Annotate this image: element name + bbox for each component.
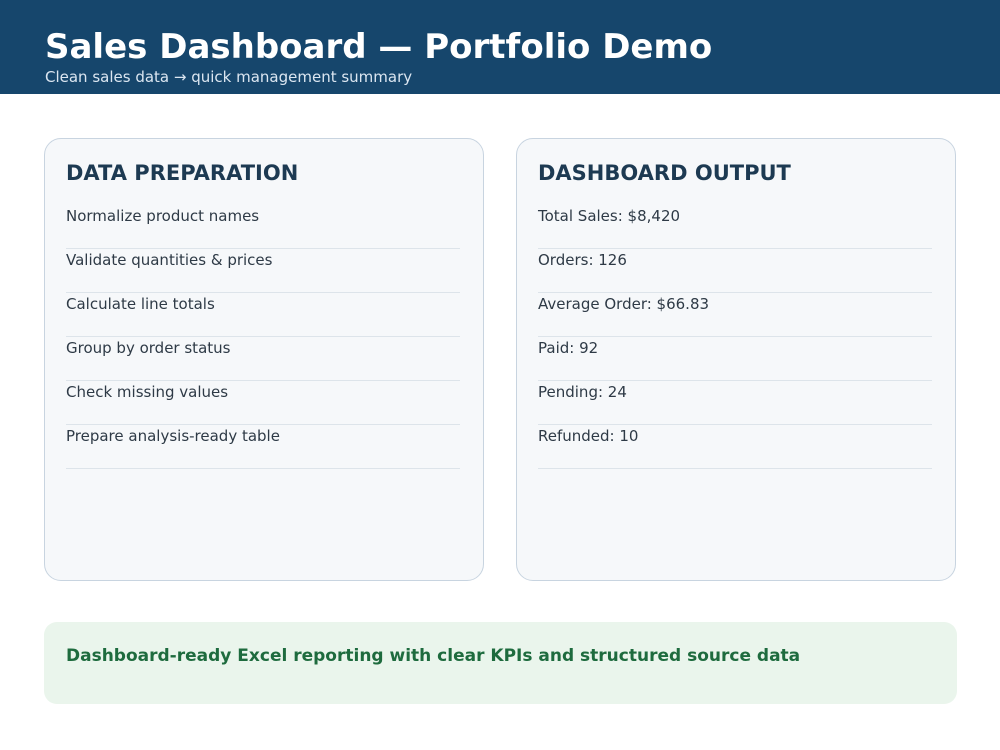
page-subtitle: Clean sales data → quick management summ… [45, 68, 413, 86]
kpi-total-sales: Total Sales: $8,420 [538, 205, 932, 249]
summary-banner-text: Dashboard-ready Excel reporting with cle… [66, 646, 801, 666]
data-preparation-heading: DATA PREPARATION [66, 161, 299, 185]
list-item: Check missing values [66, 381, 460, 425]
kpi-paid: Paid: 92 [538, 337, 932, 381]
list-item: Validate quantities & prices [66, 249, 460, 293]
kpi-average-order: Average Order: $66.83 [538, 293, 932, 337]
kpi-refunded: Refunded: 10 [538, 425, 932, 469]
list-item: Calculate line totals [66, 293, 460, 337]
list-item: Normalize product names [66, 205, 460, 249]
page-title: Sales Dashboard — Portfolio Demo [45, 27, 713, 67]
summary-banner: Dashboard-ready Excel reporting with cle… [44, 622, 957, 704]
dashboard-output-heading: DASHBOARD OUTPUT [538, 161, 791, 185]
kpi-pending: Pending: 24 [538, 381, 932, 425]
data-preparation-list: Normalize product names Validate quantit… [66, 205, 460, 469]
data-preparation-card: DATA PREPARATION Normalize product names… [44, 138, 484, 581]
page-header: Sales Dashboard — Portfolio Demo Clean s… [0, 0, 1000, 94]
kpi-orders: Orders: 126 [538, 249, 932, 293]
list-item: Group by order status [66, 337, 460, 381]
dashboard-output-list: Total Sales: $8,420 Orders: 126 Average … [538, 205, 932, 469]
list-item: Prepare analysis-ready table [66, 425, 460, 469]
dashboard-output-card: DASHBOARD OUTPUT Total Sales: $8,420 Ord… [516, 138, 956, 581]
